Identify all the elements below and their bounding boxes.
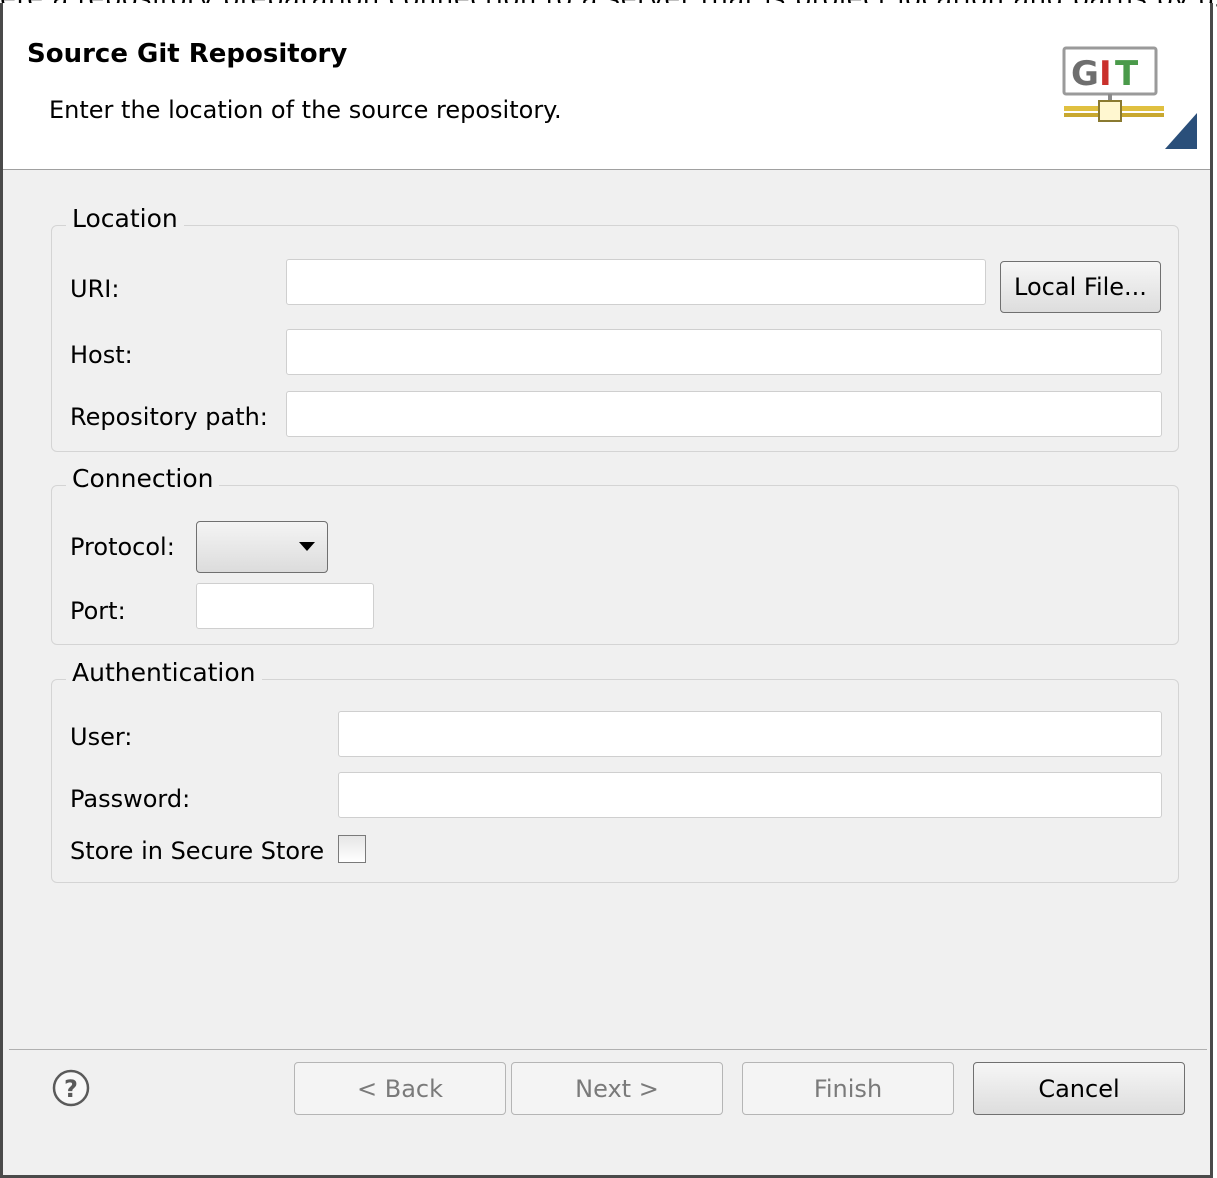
svg-text:I: I [1099, 54, 1112, 94]
connection-legend: Connection [66, 464, 220, 493]
wizard-page-description: Enter the location of the source reposit… [49, 96, 562, 124]
host-label: Host: [70, 341, 133, 369]
host-input[interactable] [286, 329, 1162, 375]
back-button[interactable]: < Back [294, 1062, 506, 1115]
location-group: Location URI: Local File... Host: Reposi… [51, 204, 1179, 452]
svg-text:?: ? [64, 1075, 78, 1103]
authentication-legend: Authentication [66, 658, 262, 687]
password-label: Password: [70, 785, 191, 813]
wizard-banner: Source Git Repository Enter the location… [3, 3, 1210, 170]
user-input[interactable] [338, 711, 1162, 757]
dropdown-arrow-icon [299, 542, 315, 551]
connection-group: Connection Protocol: Port: [51, 464, 1179, 645]
git-logo-icon: G I T [1062, 46, 1197, 149]
svg-text:G: G [1071, 54, 1099, 94]
help-icon[interactable]: ? [51, 1068, 91, 1108]
protocol-dropdown[interactable] [196, 521, 328, 573]
local-file-button[interactable]: Local File... [1000, 261, 1161, 313]
finish-button[interactable]: Finish [742, 1062, 954, 1115]
footer-divider [9, 1049, 1207, 1050]
secure-store-checkbox[interactable] [338, 835, 366, 863]
uri-label: URI: [70, 275, 120, 303]
location-legend: Location [66, 204, 184, 233]
protocol-label: Protocol: [70, 533, 175, 561]
next-button[interactable]: Next > [511, 1062, 723, 1115]
svg-text:T: T [1115, 54, 1139, 94]
port-input[interactable] [196, 583, 374, 629]
repository-path-label: Repository path: [70, 403, 268, 431]
wizard-page-title: Source Git Repository [27, 39, 348, 69]
authentication-group: Authentication User: Password: Store in … [51, 658, 1179, 883]
secure-store-label: Store in Secure Store [70, 837, 325, 865]
password-input[interactable] [338, 772, 1162, 818]
port-label: Port: [70, 597, 126, 625]
source-git-repository-dialog: Source Git Repository Enter the location… [0, 3, 1213, 1178]
repository-path-input[interactable] [286, 391, 1162, 437]
uri-input[interactable] [286, 259, 986, 305]
user-label: User: [70, 723, 133, 751]
cancel-button[interactable]: Cancel [973, 1062, 1185, 1115]
